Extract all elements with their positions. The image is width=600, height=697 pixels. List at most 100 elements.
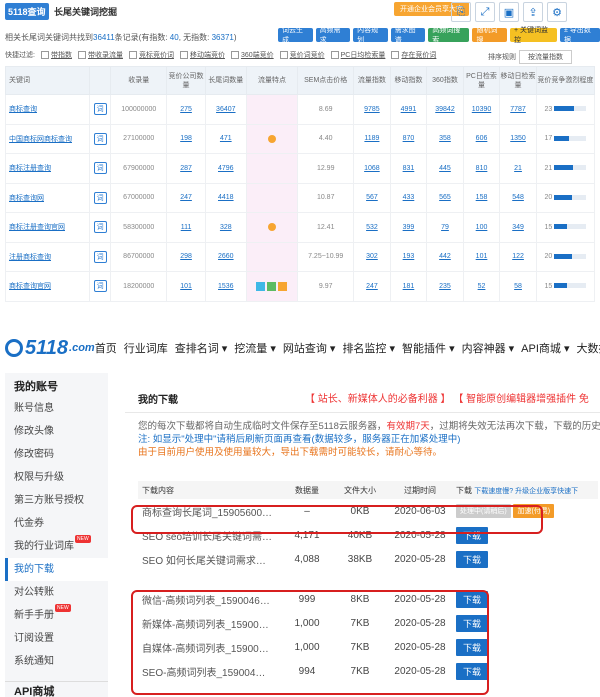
nav-item[interactable]: 行业词库	[124, 340, 168, 356]
nav-item[interactable]: API商城 ▾	[521, 340, 569, 356]
site-logo[interactable]: 5118 .com	[0, 337, 95, 360]
index-fi[interactable]: 1068	[353, 153, 391, 184]
action-button-1[interactable]: 高频需求	[315, 27, 351, 44]
nav-item[interactable]: 首页	[95, 340, 117, 356]
download-button[interactable]: 下载	[456, 550, 489, 568]
index-mob[interactable]: 349	[499, 212, 537, 243]
index-pc[interactable]: 158	[462, 182, 501, 213]
index-mi[interactable]: 4991	[389, 94, 428, 125]
filter-option[interactable]: 360端竞价	[231, 50, 274, 60]
word-select-dropdown[interactable]: 词	[93, 103, 107, 116]
bid-company-count[interactable]: 247	[166, 182, 206, 213]
index-mob[interactable]: 21	[499, 153, 537, 184]
longtail-count[interactable]: 471	[204, 123, 247, 154]
longtail-count[interactable]: 328	[204, 212, 247, 243]
action-button-7[interactable]: ± 导出数据	[559, 27, 600, 44]
action-button-4[interactable]: 高频词搜索	[428, 27, 470, 44]
index-i360[interactable]: 442	[426, 241, 464, 272]
index-fi[interactable]: 247	[353, 271, 391, 302]
bid-company-count[interactable]: 298	[166, 241, 206, 272]
sidebar-item[interactable]: 修改密码	[5, 443, 108, 466]
index-pc[interactable]: 101	[462, 241, 501, 272]
sidebar-item[interactable]: 对公转账	[5, 581, 108, 604]
index-mi[interactable]: 181	[389, 271, 428, 302]
keyword-link[interactable]: 商标注册查询	[5, 153, 90, 184]
index-fi[interactable]: 567	[353, 182, 391, 213]
filter-option[interactable]: 竞价词竞价	[280, 50, 325, 60]
filter-option[interactable]: 移动端竞价	[180, 50, 225, 60]
upgrade-note[interactable]: 下载速度慢? 升级企业版享快速下	[474, 488, 578, 495]
bid-company-count[interactable]: 275	[166, 94, 206, 125]
index-mob[interactable]: 1350	[499, 123, 537, 154]
longtail-count[interactable]: 36407	[204, 94, 247, 125]
expand-icon[interactable]: ⤢	[475, 2, 495, 22]
longtail-count[interactable]: 1536	[204, 271, 247, 302]
index-fi[interactable]: 532	[353, 212, 391, 243]
save-icon[interactable]: ▣	[499, 2, 519, 22]
index-i360[interactable]: 565	[426, 182, 464, 213]
index-i360[interactable]: 235	[426, 271, 464, 302]
index-mob[interactable]: 548	[499, 182, 537, 213]
filter-option[interactable]: 存在竞价词	[391, 50, 436, 60]
tab-my-downloads[interactable]: 我的下载	[138, 391, 178, 406]
sidebar-item[interactable]: 代金券	[5, 512, 108, 535]
index-mob[interactable]: 58	[499, 271, 537, 302]
index-i360[interactable]: 39842	[426, 94, 464, 125]
index-mi[interactable]: 831	[389, 153, 428, 184]
index-mi[interactable]: 193	[389, 241, 428, 272]
sidebar-item[interactable]: 我的下载	[5, 558, 108, 581]
word-select-dropdown[interactable]: 词	[93, 250, 107, 263]
sidebar-item[interactable]: 新手手册NEW	[5, 604, 108, 627]
index-fi[interactable]: 9785	[353, 94, 391, 125]
sort-select[interactable]: 按流量指数	[519, 50, 572, 64]
settings-icon[interactable]: ⚙	[547, 2, 567, 22]
index-pc[interactable]: 606	[462, 123, 501, 154]
longtail-count[interactable]: 4796	[204, 153, 247, 184]
keyword-link[interactable]: 商标注册查询官网	[5, 212, 90, 243]
word-select-dropdown[interactable]: 词	[93, 280, 107, 293]
index-pc[interactable]: 52	[462, 271, 501, 302]
index-pc[interactable]: 810	[462, 153, 501, 184]
index-mob[interactable]: 7787	[499, 94, 537, 125]
nav-item[interactable]: 智能插件 ▾	[402, 340, 455, 356]
filter-option[interactable]: 竞标竞价词	[129, 50, 174, 60]
sidebar-item[interactable]: 订阅设置	[5, 627, 108, 650]
bid-company-count[interactable]: 101	[166, 271, 206, 302]
keyword-link[interactable]: 商标查询	[5, 94, 90, 125]
index-i360[interactable]: 445	[426, 153, 464, 184]
keyword-link[interactable]: 商标查询网	[5, 182, 90, 213]
word-select-dropdown[interactable]: 词	[93, 132, 107, 145]
keyword-link[interactable]: 商标查询官网	[5, 271, 90, 302]
nav-item[interactable]: 网站查询 ▾	[283, 340, 336, 356]
index-i360[interactable]: 358	[426, 123, 464, 154]
nav-item[interactable]: 大数据服务	[576, 340, 600, 356]
word-select-dropdown[interactable]: 词	[93, 191, 107, 204]
nav-item[interactable]: 内容神器 ▾	[462, 340, 515, 356]
nav-item[interactable]: 查排名词 ▾	[175, 340, 228, 356]
sidebar-item[interactable]: 我的行业词库NEW	[5, 535, 108, 558]
filter-option[interactable]: 带指数	[41, 50, 72, 60]
index-fi[interactable]: 302	[353, 241, 391, 272]
sidebar-item[interactable]: 系统通知	[5, 650, 108, 673]
sidebar-item[interactable]: 修改头像	[5, 420, 108, 443]
bid-company-count[interactable]: 287	[166, 153, 206, 184]
index-mi[interactable]: 433	[389, 182, 428, 213]
index-mob[interactable]: 122	[499, 241, 537, 272]
share-icon[interactable]: ⇪	[523, 2, 543, 22]
sidebar-section-api[interactable]: API商城	[5, 681, 108, 697]
keyword-link[interactable]: 注册商标查询	[5, 241, 90, 272]
index-pc[interactable]: 100	[462, 212, 501, 243]
index-pc[interactable]: 10390	[462, 94, 501, 125]
filter-option[interactable]: 带收录流量	[78, 50, 123, 60]
index-fi[interactable]: 1189	[353, 123, 391, 154]
filter-option[interactable]: PC日均检索量	[331, 50, 386, 60]
longtail-count[interactable]: 2660	[204, 241, 247, 272]
nav-item[interactable]: 排名监控 ▾	[342, 340, 395, 356]
index-mi[interactable]: 399	[389, 212, 428, 243]
action-button-5[interactable]: 随机词搜	[472, 27, 508, 44]
sidebar-item[interactable]: 第三方账号授权	[5, 489, 108, 512]
copy-icon[interactable]: ⎘	[451, 2, 471, 22]
action-button-0[interactable]: 词云生成	[278, 27, 313, 44]
bid-company-count[interactable]: 111	[166, 212, 206, 243]
word-select-dropdown[interactable]: 词	[93, 221, 107, 234]
